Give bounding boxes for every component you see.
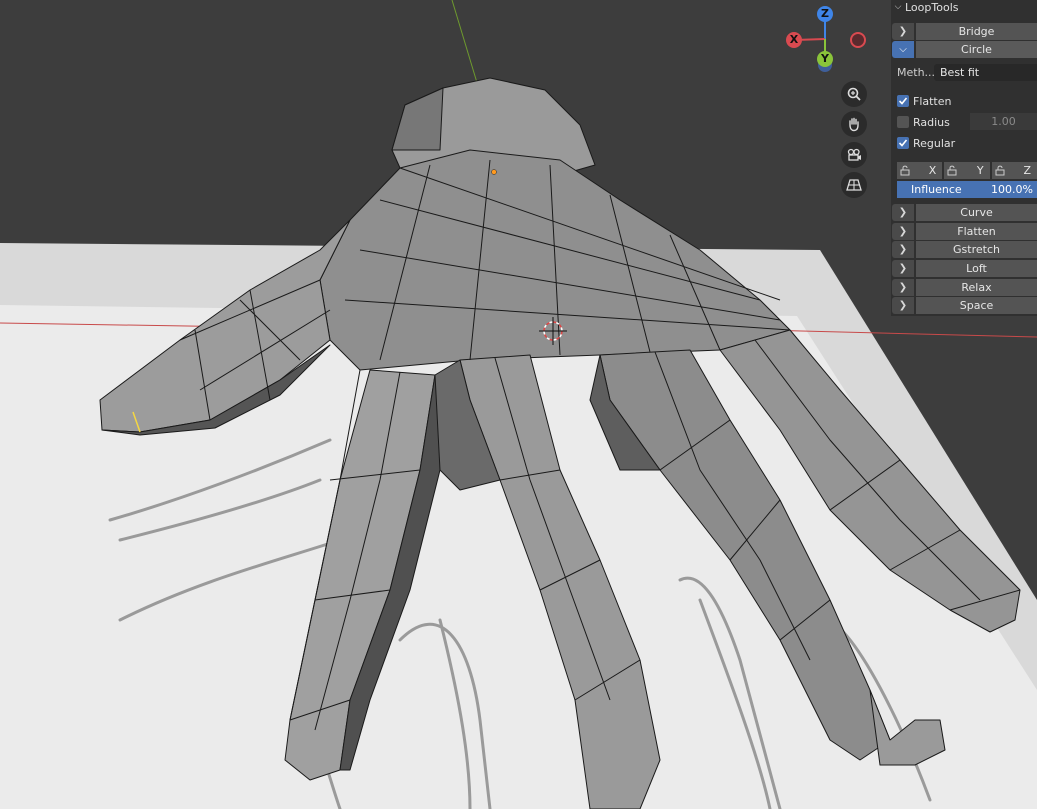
chevron-right-icon: ❯ xyxy=(898,300,908,311)
bridge-button[interactable]: Bridge xyxy=(916,23,1037,40)
influence-slider[interactable]: Influence 100.0% xyxy=(897,181,1037,198)
tool-row-gstretch: ❯ Gstretch xyxy=(892,241,1037,258)
gstretch-expand-button[interactable]: ❯ xyxy=(892,241,914,258)
flatten-checkbox[interactable] xyxy=(897,95,909,107)
radius-label: Radius xyxy=(913,115,950,129)
chevron-right-icon: ❯ xyxy=(898,282,908,293)
curve-expand-button[interactable]: ❯ xyxy=(892,204,914,221)
radius-field[interactable]: 1.00 xyxy=(970,113,1037,130)
method-dropdown[interactable]: Best fit xyxy=(934,64,1037,81)
3d-viewport[interactable]: Z X Y xyxy=(0,0,1037,809)
camera-icon xyxy=(847,148,861,161)
tool-row-curve: ❯ Curve xyxy=(892,204,1037,221)
chevron-right-icon: ❯ xyxy=(898,226,908,237)
tool-row-space: ❯ Space xyxy=(892,297,1037,314)
perspective-toggle-button[interactable] xyxy=(841,172,867,198)
gstretch-button[interactable]: Gstretch xyxy=(916,241,1037,258)
radius-checkbox[interactable] xyxy=(897,116,909,128)
lock-x-label: X xyxy=(928,164,937,177)
method-label: Meth... xyxy=(897,66,936,79)
chevron-down-icon: ⌵ xyxy=(899,44,907,55)
gizmo-x-axis[interactable]: X xyxy=(786,32,802,48)
selected-vertex[interactable] xyxy=(491,169,497,175)
chevron-right-icon: ❯ xyxy=(898,263,908,274)
camera-view-button[interactable] xyxy=(841,142,867,168)
tool-row-loft: ❯ Loft xyxy=(892,260,1037,277)
tool-row-bridge: ❯ Bridge xyxy=(892,23,1037,40)
unlock-icon xyxy=(900,165,910,176)
gizmo-y-axis[interactable]: Y xyxy=(817,51,833,67)
chevron-down-icon: ⌵ xyxy=(894,2,902,12)
lock-z-toggle[interactable]: Z xyxy=(991,162,1037,179)
gizmo-z-axis[interactable]: Z xyxy=(817,6,833,22)
bridge-expand-button[interactable]: ❯ xyxy=(892,23,914,40)
influence-label: Influence xyxy=(911,183,962,196)
regular-label: Regular xyxy=(913,136,956,150)
regular-checkbox[interactable] xyxy=(897,137,909,149)
loft-expand-button[interactable]: ❯ xyxy=(892,260,914,277)
looptools-panel: ⌵ LoopTools ❯ Bridge ⌵ Circle Meth... Be… xyxy=(891,0,1037,316)
lock-axis-row: X Y Z xyxy=(897,162,1037,179)
pan-button[interactable] xyxy=(841,111,867,137)
lock-y-label: Y xyxy=(976,164,984,177)
chevron-right-icon: ❯ xyxy=(898,207,908,218)
zoom-button[interactable] xyxy=(841,81,867,107)
checkmark-icon xyxy=(898,139,908,147)
scene-canvas[interactable] xyxy=(0,0,1037,809)
space-expand-button[interactable]: ❯ xyxy=(892,297,914,314)
space-button[interactable]: Space xyxy=(916,297,1037,314)
tool-row-circle: ⌵ Circle xyxy=(892,41,1037,58)
navigation-gizmo[interactable]: Z X Y xyxy=(784,4,868,76)
loft-button[interactable]: Loft xyxy=(916,260,1037,277)
tool-row-flatten: ❯ Flatten xyxy=(892,223,1037,240)
checkmark-icon xyxy=(898,97,908,105)
chevron-right-icon: ❯ xyxy=(898,244,908,255)
flatten-button[interactable]: Flatten xyxy=(916,223,1037,240)
pan-hand-icon xyxy=(849,117,859,132)
tool-row-relax: ❯ Relax xyxy=(892,279,1037,296)
unlock-icon xyxy=(995,165,1005,176)
lock-y-toggle[interactable]: Y xyxy=(944,162,990,179)
flatten-checkbox-row[interactable]: Flatten xyxy=(897,93,952,109)
panel-title: LoopTools xyxy=(905,0,959,14)
lock-z-label: Z xyxy=(1023,164,1031,177)
unlock-icon xyxy=(947,165,957,176)
chevron-right-icon: ❯ xyxy=(898,26,908,37)
zoom-icon xyxy=(847,87,861,101)
circle-button[interactable]: Circle xyxy=(916,41,1037,58)
relax-expand-button[interactable]: ❯ xyxy=(892,279,914,296)
looptools-header[interactable]: ⌵ LoopTools xyxy=(891,0,1037,14)
influence-value: 100.0% xyxy=(991,183,1033,196)
regular-checkbox-row[interactable]: Regular xyxy=(897,135,955,151)
flatten-label: Flatten xyxy=(913,94,952,108)
lock-x-toggle[interactable]: X xyxy=(897,162,943,179)
circle-collapse-button[interactable]: ⌵ xyxy=(892,41,914,58)
grid-perspective-icon xyxy=(846,179,862,191)
curve-button[interactable]: Curve xyxy=(916,204,1037,221)
y-axis-line xyxy=(451,0,479,87)
radius-checkbox-row[interactable]: Radius xyxy=(897,114,950,130)
gizmo-neg-x-axis[interactable] xyxy=(850,32,866,48)
flatten-expand-button[interactable]: ❯ xyxy=(892,223,914,240)
relax-button[interactable]: Relax xyxy=(916,279,1037,296)
